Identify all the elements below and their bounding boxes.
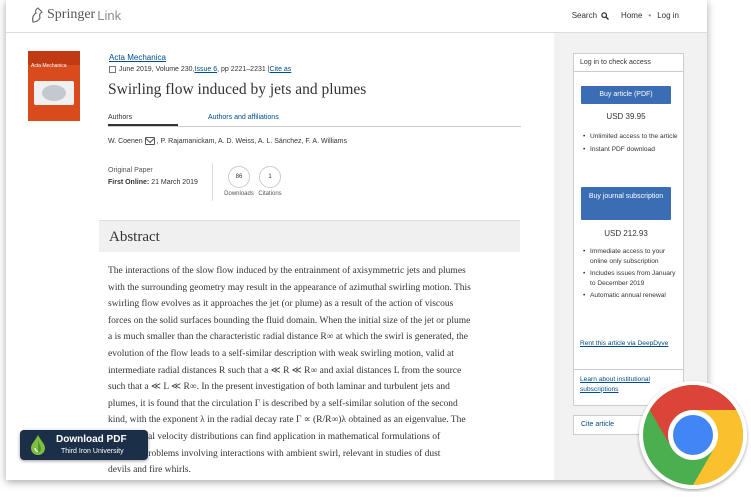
citations-label: Citations — [258, 191, 282, 197]
first-online-label: First Online: — [108, 179, 150, 186]
logo-brand-text: Springer — [47, 7, 96, 22]
abstract-line: The interactions of the slow flow induce… — [108, 266, 466, 276]
rent-deepdyve-link[interactable]: Rent this article via DeepDyve — [580, 339, 680, 349]
logo-suffix-text: Link — [97, 7, 122, 23]
publication-info: June 2019, Volume 230, Issue 6 , pp 2221… — [109, 66, 291, 73]
cover-title: Acta Mechanica — [31, 63, 67, 69]
tab-authors[interactable]: Authors — [108, 114, 178, 126]
tab-authors-affiliations[interactable]: Authors and affiliations — [208, 114, 279, 121]
springer-horse-icon — [32, 7, 43, 23]
cover-illustration-shape — [42, 85, 66, 101]
springerlink-logo[interactable]: Springer Link — [30, 7, 121, 23]
list-item: Includes issues from January to December… — [583, 269, 679, 288]
first-online: First Online: 21 March 2019 — [108, 179, 198, 186]
abstract-line: ... azimuthal velocity distributions can… — [108, 431, 441, 442]
login-link[interactable]: Log in — [657, 11, 679, 20]
list-item: Instant PDF download — [583, 145, 679, 155]
pages-text: , pp 2221–2231 | — [217, 66, 270, 73]
mail-icon[interactable] — [144, 137, 155, 145]
list-item: Immediate access to your online only sub… — [583, 247, 679, 266]
article-title: Swirling flow induced by jets and plumes — [108, 81, 367, 98]
cite-as-link[interactable]: Cite as — [270, 66, 292, 73]
abstract-line: evolution of the flow leads to a self-si… — [108, 348, 454, 359]
paper-type: Original Paper — [108, 167, 153, 174]
abstract-line: forces on the solid surfaces bounding th… — [108, 315, 471, 326]
first-online-date: 21 March 2019 — [151, 179, 198, 186]
browser-window: Springer Link Search Home • Log in Acta … — [6, 0, 707, 480]
download-pdf-label: Download PDF — [56, 434, 127, 445]
author-first[interactable]: W. Coenen — [108, 138, 143, 145]
abstract-line: kind, with the exponent λ in the radial … — [108, 415, 466, 426]
citations-count: 1 — [259, 166, 281, 188]
abstract-header-bar: Abstract — [99, 220, 520, 252]
author-list: W. Coenen , P. Rajamanickam, A. D. Weiss… — [108, 137, 347, 145]
search-icon[interactable] — [601, 11, 610, 20]
site-header: Springer Link Search Home • Log in — [6, 0, 707, 33]
abstract-line: swirling flow evolves as it approaches t… — [108, 299, 454, 310]
download-pdf-sublabel: Third Iron University — [61, 448, 124, 455]
citations-metric[interactable]: 1 Citations — [250, 166, 290, 197]
journal-link[interactable]: Acta Mechanica — [109, 53, 166, 62]
abstract-line: ... plume problems involving interaction… — [108, 448, 441, 459]
authors-rest: , P. Rajamanickam, A. D. Weiss, A. L. Sá… — [156, 137, 348, 145]
access-panel: Log in to check access Buy article (PDF)… — [573, 53, 684, 406]
list-item: Unlimited access to the article — [583, 132, 679, 142]
abstract-line: plumes, it is found that the circulation… — [108, 398, 458, 409]
abstract-text: The interactions of the slow flow induce… — [108, 263, 520, 479]
journal-cover-image[interactable]: Acta Mechanica — [28, 51, 80, 121]
journal-benefits-list: Immediate access to your online only sub… — [583, 247, 679, 304]
journal-price: USD 212.93 — [604, 229, 648, 238]
article-benefits-list: Unlimited access to the article Instant … — [583, 132, 679, 157]
article-price: USD 39.95 — [606, 112, 646, 121]
calendar-icon — [109, 66, 116, 73]
sidebar-divider — [573, 369, 684, 370]
buy-journal-subscription-button[interactable]: Buy journal subscription — [581, 187, 671, 220]
abstract-line: with the surrounding geometry may result… — [108, 282, 471, 293]
chrome-logo-icon — [639, 381, 747, 489]
author-tabs: Authors Authors and affiliations — [108, 113, 521, 127]
leaf-drop-icon — [31, 435, 45, 455]
metrics-divider — [212, 163, 213, 201]
abstract-line: devils and fire whirls. — [108, 465, 191, 476]
access-heading: Log in to check access — [574, 54, 683, 72]
home-link[interactable]: Home — [621, 11, 642, 20]
downloads-count: 86 — [228, 166, 250, 188]
abstract-heading: Abstract — [109, 229, 160, 245]
buy-article-button[interactable]: Buy article (PDF) — [581, 86, 671, 104]
abstract-line: intermediate radial distances R such tha… — [108, 365, 462, 376]
pub-date: June 2019, Volume 230, — [119, 66, 195, 73]
download-pdf-button[interactable]: Download PDF Third Iron University — [20, 430, 148, 460]
header-nav: Search Home • Log in — [572, 11, 679, 20]
search-link[interactable]: Search — [572, 11, 597, 20]
nav-separator: • — [648, 11, 652, 20]
issue-link[interactable]: Issue 6 — [195, 66, 218, 73]
list-item: Automatic annual renewal — [583, 291, 679, 301]
abstract-line: such that a ≪ L ≪ R∞. In the present inv… — [108, 382, 450, 393]
abstract-line: a is much smaller than the characteristi… — [108, 332, 468, 343]
